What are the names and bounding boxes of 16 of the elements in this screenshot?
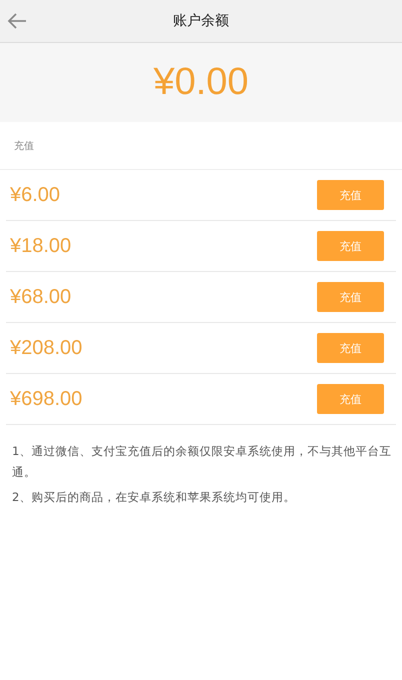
back-icon[interactable] xyxy=(7,13,27,29)
recharge-button[interactable]: 充值 xyxy=(317,180,384,210)
recharge-amount: ¥68.00 xyxy=(10,286,72,308)
balance-amount: ¥0.00 xyxy=(153,61,249,104)
recharge-button[interactable]: 充值 xyxy=(317,384,384,414)
recharge-amount: ¥698.00 xyxy=(10,388,82,410)
note-text: 2、购买后的商品，在安卓系统和苹果系统均可使用。 xyxy=(12,489,296,506)
recharge-amount: ¥18.00 xyxy=(10,234,72,258)
recharge-amount: ¥208.00 xyxy=(10,336,82,360)
recharge-button[interactable]: 充值 xyxy=(317,333,384,363)
page-title: 账户余额 xyxy=(173,12,229,30)
section-label: 充值 xyxy=(14,140,34,152)
recharge-amount: ¥6.00 xyxy=(10,184,60,206)
note-text: 1、通过微信、支付宝充值后的余额仅限安卓系统使用，不与其他平台互通。 xyxy=(12,443,392,481)
recharge-button[interactable]: 充值 xyxy=(317,231,384,261)
recharge-button[interactable]: 充值 xyxy=(317,282,384,312)
